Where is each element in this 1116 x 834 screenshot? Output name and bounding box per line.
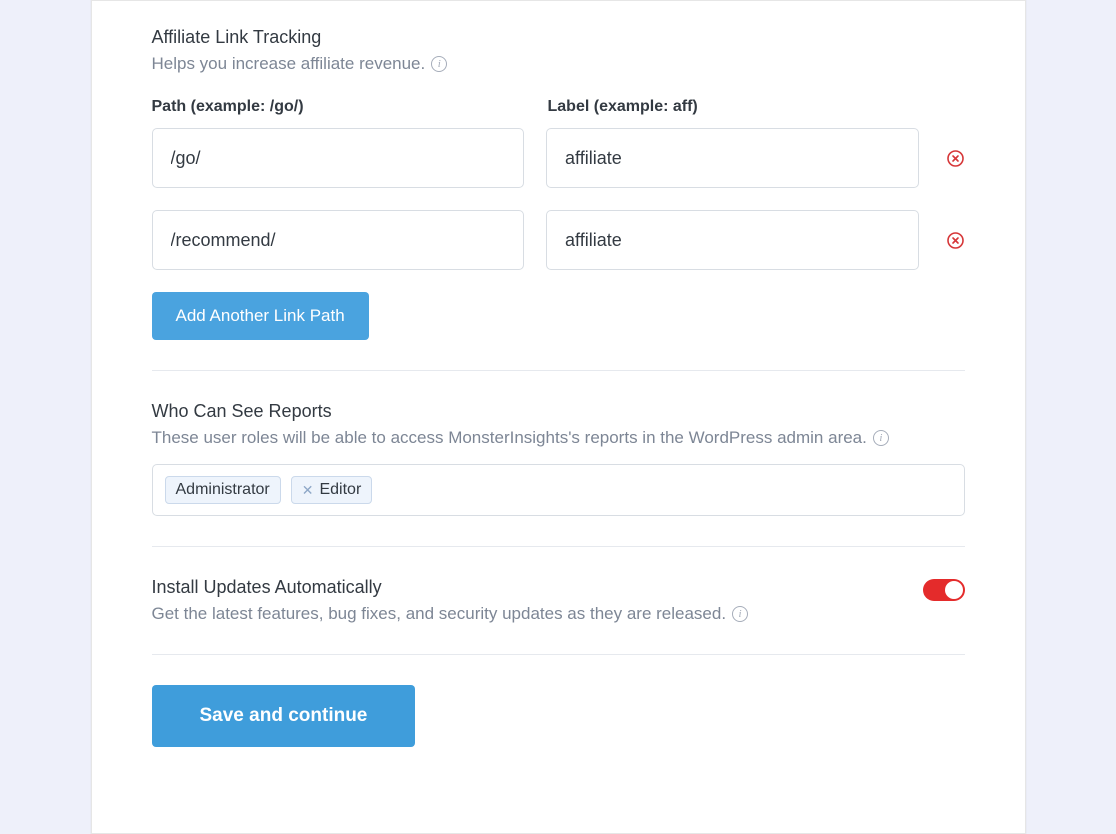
- affiliate-desc-row: Helps you increase affiliate revenue. i: [152, 54, 965, 74]
- divider: [152, 370, 965, 371]
- path-input[interactable]: [152, 210, 525, 270]
- add-link-path-button[interactable]: Add Another Link Path: [152, 292, 369, 340]
- affiliate-title: Affiliate Link Tracking: [152, 27, 965, 48]
- affiliate-section: Affiliate Link Tracking Helps you increa…: [152, 27, 965, 340]
- updates-section: Install Updates Automatically Get the la…: [152, 577, 965, 624]
- reports-section: Who Can See Reports These user roles wil…: [152, 401, 965, 516]
- reports-title: Who Can See Reports: [152, 401, 965, 422]
- updates-text: Install Updates Automatically Get the la…: [152, 577, 749, 624]
- toggle-knob: [945, 581, 963, 599]
- info-icon[interactable]: i: [431, 56, 447, 72]
- close-circle-icon: [947, 150, 964, 167]
- label-input[interactable]: [546, 128, 919, 188]
- role-tag-label: Editor: [319, 481, 361, 499]
- path-input[interactable]: [152, 128, 525, 188]
- updates-desc-row: Get the latest features, bug fixes, and …: [152, 604, 749, 624]
- reports-desc-text: These user roles will be able to access …: [152, 428, 867, 448]
- role-tag[interactable]: ✕ Editor: [291, 476, 373, 504]
- auto-update-toggle[interactable]: [923, 579, 965, 601]
- save-continue-button[interactable]: Save and continue: [152, 685, 416, 747]
- role-tag-label: Administrator: [176, 481, 270, 499]
- role-tag[interactable]: Administrator: [165, 476, 281, 504]
- remove-row-button[interactable]: [947, 231, 965, 249]
- divider: [152, 546, 965, 547]
- path-column-header: Path (example: /go/): [152, 98, 526, 116]
- label-column-header: Label (example: aff): [548, 98, 922, 116]
- updates-title: Install Updates Automatically: [152, 577, 749, 598]
- remove-tag-icon[interactable]: ✕: [302, 483, 316, 497]
- label-input[interactable]: [546, 210, 919, 270]
- divider: [152, 654, 965, 655]
- affiliate-row: [152, 210, 965, 270]
- remove-row-button[interactable]: [947, 149, 965, 167]
- settings-panel: Affiliate Link Tracking Helps you increa…: [91, 0, 1026, 834]
- info-icon[interactable]: i: [873, 430, 889, 446]
- reports-desc-row: These user roles will be able to access …: [152, 428, 965, 448]
- affiliate-row: [152, 128, 965, 188]
- roles-tag-input[interactable]: Administrator ✕ Editor: [152, 464, 965, 516]
- close-circle-icon: [947, 232, 964, 249]
- affiliate-desc-text: Helps you increase affiliate revenue.: [152, 54, 426, 74]
- info-icon[interactable]: i: [732, 606, 748, 622]
- affiliate-columns-header: Path (example: /go/) Label (example: aff…: [152, 98, 965, 116]
- updates-desc-text: Get the latest features, bug fixes, and …: [152, 604, 727, 624]
